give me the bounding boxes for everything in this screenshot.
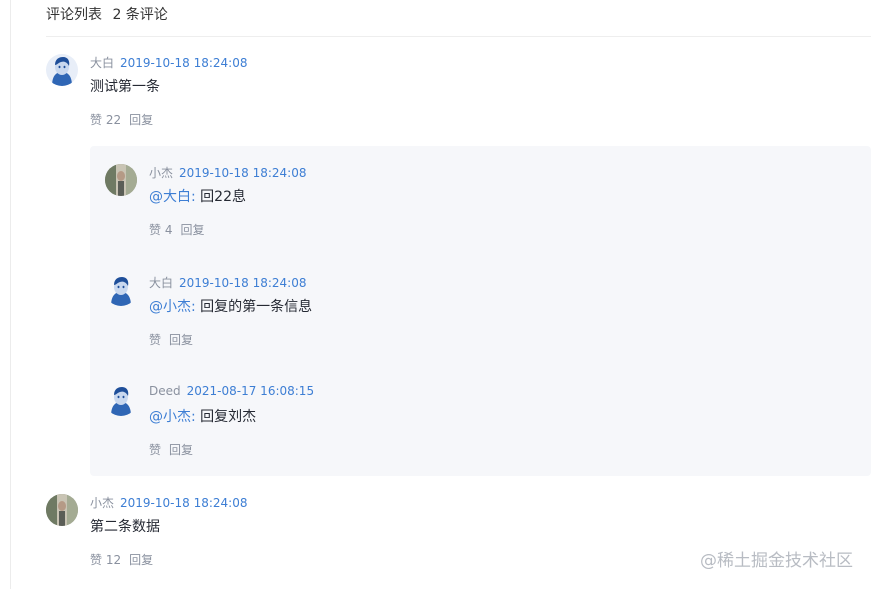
avatar[interactable] xyxy=(105,384,137,416)
comment-author[interactable]: 大白 xyxy=(90,56,114,70)
comment-text: 第二条数据 xyxy=(90,519,160,535)
photo-avatar-icon xyxy=(46,494,78,526)
comment-actions: 赞回复 xyxy=(149,441,193,458)
comment-list-title: 评论列表 xyxy=(46,7,102,23)
avatar[interactable] xyxy=(46,494,78,526)
comment-meta: 大白 2019-10-18 18:24:08 xyxy=(90,54,247,71)
comment-count: 2 条评论 xyxy=(112,7,168,23)
avatar[interactable] xyxy=(105,164,137,196)
like-button[interactable]: 赞 xyxy=(149,443,161,457)
watermark: @稀土掘金技术社区 xyxy=(700,551,853,571)
comment-content: @大白: 回22息 xyxy=(149,186,246,206)
comment-text: 回复刘杰 xyxy=(200,409,257,425)
reply-button[interactable]: 回复 xyxy=(169,333,193,347)
blue-face-avatar-icon xyxy=(46,54,78,86)
mention-link[interactable]: @小杰: xyxy=(149,409,196,425)
left-border xyxy=(10,0,11,589)
comment-content: 测试第一条 xyxy=(90,76,160,96)
comment-meta: 小杰 2019-10-18 18:24:08 xyxy=(149,164,306,181)
reply-button[interactable]: 回复 xyxy=(169,443,193,457)
comment-meta: 大白 2019-10-18 18:24:08 xyxy=(149,274,306,291)
comment-content: 第二条数据 xyxy=(90,516,160,536)
comment-time: 2019-10-18 18:24:08 xyxy=(120,56,248,70)
comment-meta: Deed 2021-08-17 16:08:15 xyxy=(149,384,314,398)
comment-meta: 小杰 2019-10-18 18:24:08 xyxy=(90,494,247,511)
comment-list-header: 评论列表 2 条评论 xyxy=(46,4,168,24)
comment-time: 2019-10-18 18:24:08 xyxy=(179,276,307,290)
like-button[interactable]: 赞 4 xyxy=(149,223,172,237)
comment-actions: 赞 4 回复 xyxy=(149,221,204,238)
blue-face-avatar-icon xyxy=(105,274,137,306)
comment-text: 回复的第一条信息 xyxy=(200,299,313,315)
comment-actions: 赞 22 回复 xyxy=(90,111,153,128)
like-button[interactable]: 赞 22 xyxy=(90,113,121,127)
mention-link[interactable]: @大白: xyxy=(149,189,196,205)
comment-content: @小杰: 回复刘杰 xyxy=(149,406,256,426)
comment-content: @小杰: 回复的第一条信息 xyxy=(149,296,312,316)
comment-time: 2021-08-17 16:08:15 xyxy=(186,384,315,398)
reply-button[interactable]: 回复 xyxy=(129,113,153,127)
comment-actions: 赞 12 回复 xyxy=(90,551,153,568)
header-divider xyxy=(46,36,871,37)
comment-text: 测试第一条 xyxy=(90,79,160,95)
comment-time: 2019-10-18 18:24:08 xyxy=(120,496,248,510)
comment-author[interactable]: 小杰 xyxy=(90,496,114,510)
comment-author[interactable]: 小杰 xyxy=(149,166,173,180)
avatar[interactable] xyxy=(46,54,78,86)
comment-author[interactable]: Deed xyxy=(149,384,181,398)
like-button[interactable]: 赞 xyxy=(149,333,161,347)
reply-button[interactable]: 回复 xyxy=(129,553,153,567)
comment-time: 2019-10-18 18:24:08 xyxy=(179,166,307,180)
reply-button[interactable]: 回复 xyxy=(180,223,204,237)
comment-author[interactable]: 大白 xyxy=(149,276,173,290)
avatar[interactable] xyxy=(105,274,137,306)
blue-face-avatar-icon xyxy=(105,384,137,416)
comment-text: 回22息 xyxy=(200,189,246,205)
comment-actions: 赞回复 xyxy=(149,331,193,348)
like-button[interactable]: 赞 12 xyxy=(90,553,121,567)
mention-link[interactable]: @小杰: xyxy=(149,299,196,315)
photo-avatar-icon xyxy=(105,164,137,196)
